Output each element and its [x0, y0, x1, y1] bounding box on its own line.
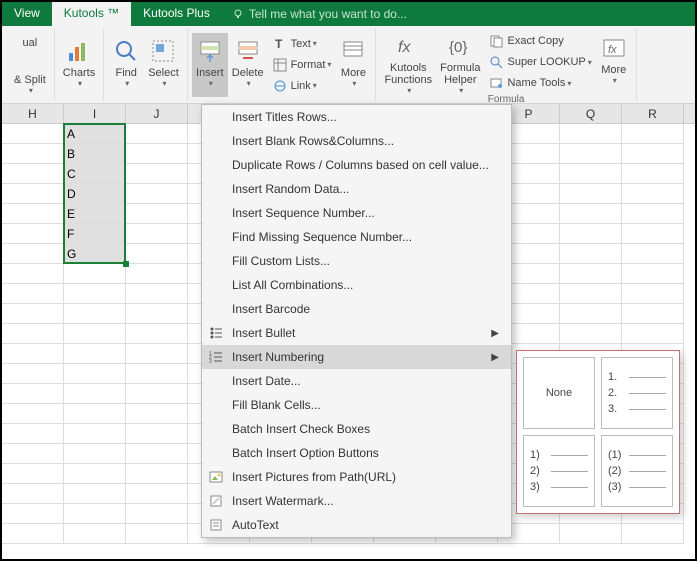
copy-icon	[488, 33, 504, 49]
numbering-option-none[interactable]: None	[523, 357, 595, 429]
menu-fill-blank-cells[interactable]: Fill Blank Cells...	[202, 393, 511, 417]
ribbon: ual & Split▾ Charts▾ Find▾	[2, 26, 695, 104]
find-button[interactable]: Find▾	[108, 33, 144, 97]
cell[interactable]: G	[64, 244, 126, 264]
numbering-option-dot[interactable]: 1. 2. 3.	[601, 357, 673, 429]
ual-button[interactable]: ual & Split▾	[10, 33, 50, 97]
tab-bar: View Kutools ™ Kutools Plus Tell me what…	[2, 2, 695, 26]
delete-icon	[234, 37, 262, 65]
insert-dropdown: Insert Titles Rows... Insert Blank Rows&…	[201, 104, 512, 538]
tab-view[interactable]: View	[2, 2, 52, 26]
fx-icon: fx	[394, 34, 422, 60]
more-button-2[interactable]: fx More▾	[596, 30, 632, 94]
menu-insert-barcode[interactable]: Insert Barcode	[202, 297, 511, 321]
formula-helper-button[interactable]: {0} Formula Helper▾	[436, 30, 484, 94]
menu-insert-blank-rows-columns[interactable]: Insert Blank Rows&Columns...	[202, 129, 511, 153]
numbering-submenu: None 1. 2. 3. 1) 2) 3) (1) (2) (3)	[516, 350, 680, 514]
watermark-icon	[208, 493, 224, 509]
menu-insert-titles-rows[interactable]: Insert Titles Rows...	[202, 105, 511, 129]
menu-find-missing-sequence[interactable]: Find Missing Sequence Number...	[202, 225, 511, 249]
fx-box-icon: fx	[600, 34, 628, 62]
select-icon	[149, 37, 177, 65]
col-header[interactable]: Q	[560, 104, 622, 123]
kutools-functions-button[interactable]: fx Kutools Functions▾	[380, 30, 436, 94]
insert-icon	[196, 37, 224, 65]
selection-handle[interactable]	[123, 261, 129, 267]
select-button[interactable]: Select▾	[144, 33, 183, 97]
numbering-option-paren[interactable]: 1) 2) 3)	[523, 435, 595, 507]
numbered-list-icon: 123	[208, 349, 224, 365]
numbering-option-double-paren[interactable]: (1) (2) (3)	[601, 435, 673, 507]
svg-text:{0}: {0}	[449, 39, 467, 56]
insert-button[interactable]: Insert▾	[192, 33, 228, 97]
menu-duplicate-rows-columns[interactable]: Duplicate Rows / Columns based on cell v…	[202, 153, 511, 177]
text-button[interactable]: T Text▾	[268, 34, 336, 54]
cell[interactable]: D	[64, 184, 126, 204]
menu-insert-numbering[interactable]: 123 Insert Numbering▶	[202, 345, 511, 369]
svg-text:fx: fx	[608, 44, 617, 56]
menu-batch-insert-option-buttons[interactable]: Batch Insert Option Buttons	[202, 441, 511, 465]
bullet-list-icon	[208, 325, 224, 341]
menu-insert-date[interactable]: Insert Date...	[202, 369, 511, 393]
exact-copy-button[interactable]: Exact Copy	[484, 31, 595, 51]
menu-fill-custom-lists[interactable]: Fill Custom Lists...	[202, 249, 511, 273]
lookup-icon	[488, 54, 504, 70]
cell[interactable]: F	[64, 224, 126, 244]
svg-text:fx: fx	[398, 39, 411, 56]
link-button[interactable]: Link▾	[268, 76, 336, 96]
svg-text:3: 3	[209, 359, 212, 364]
tell-me-search[interactable]: Tell me what you want to do...	[222, 2, 417, 26]
name-tools-button[interactable]: Name Tools▾	[484, 73, 595, 93]
more-icon	[339, 37, 367, 65]
text-icon: T	[272, 36, 288, 52]
svg-text:T: T	[275, 37, 283, 51]
menu-insert-sequence-number[interactable]: Insert Sequence Number...	[202, 201, 511, 225]
col-header[interactable]: R	[622, 104, 684, 123]
menu-autotext[interactable]: AutoText	[202, 513, 511, 537]
bulb-icon	[232, 8, 244, 20]
more-button-1[interactable]: More▾	[335, 33, 371, 97]
braces-icon: {0}	[446, 34, 474, 60]
find-icon	[112, 37, 140, 65]
col-header[interactable]: I	[64, 104, 126, 123]
menu-insert-pictures-from-path[interactable]: Insert Pictures from Path(URL)	[202, 465, 511, 489]
menu-list-all-combinations[interactable]: List All Combinations...	[202, 273, 511, 297]
menu-insert-watermark[interactable]: Insert Watermark...	[202, 489, 511, 513]
menu-batch-insert-checkboxes[interactable]: Batch Insert Check Boxes	[202, 417, 511, 441]
charts-button[interactable]: Charts▾	[59, 33, 99, 97]
autotext-icon	[208, 517, 224, 533]
col-header[interactable]: H	[2, 104, 64, 123]
cell[interactable]: A	[64, 124, 126, 144]
tab-kutools[interactable]: Kutools ™	[52, 2, 131, 26]
link-icon	[272, 78, 288, 94]
cell[interactable]: C	[64, 164, 126, 184]
tab-kutools-plus[interactable]: Kutools Plus	[131, 2, 222, 26]
tell-me-label: Tell me what you want to do...	[249, 7, 407, 21]
format-icon	[272, 57, 288, 73]
menu-insert-bullet[interactable]: Insert Bullet▶	[202, 321, 511, 345]
super-lookup-button[interactable]: Super LOOKUP▾	[484, 52, 595, 72]
charts-icon	[65, 37, 93, 65]
menu-insert-random-data[interactable]: Insert Random Data...	[202, 177, 511, 201]
col-header[interactable]: J	[126, 104, 188, 123]
cell[interactable]: E	[64, 204, 126, 224]
picture-icon	[208, 469, 224, 485]
name-icon	[488, 75, 504, 91]
cell[interactable]: B	[64, 144, 126, 164]
delete-button[interactable]: Delete▾	[228, 33, 268, 97]
format-button[interactable]: Format▾	[268, 55, 336, 75]
